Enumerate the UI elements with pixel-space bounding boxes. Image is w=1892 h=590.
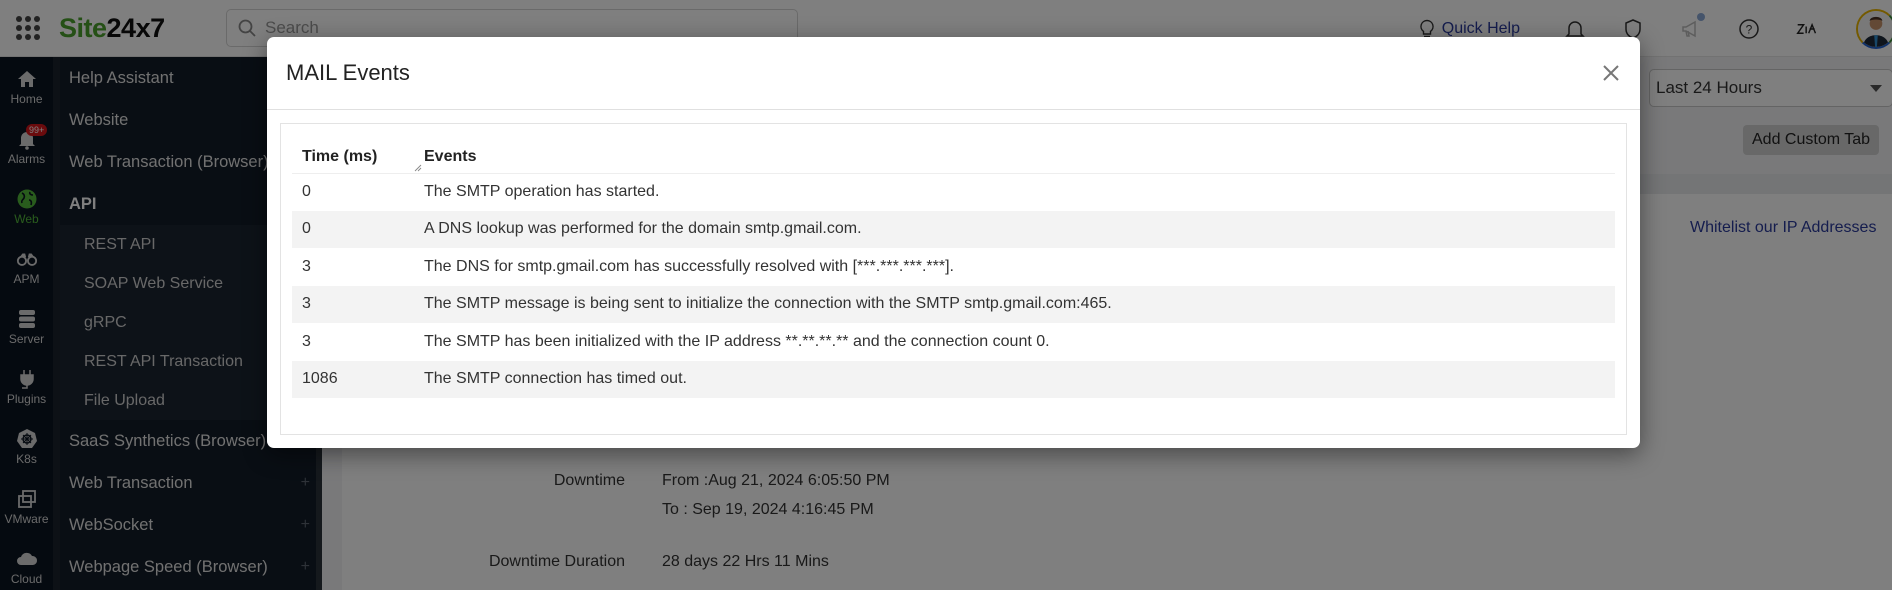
column-header-label: Time (ms) [302, 147, 378, 165]
event-time: 0 [302, 183, 311, 200]
event-time: 3 [302, 332, 311, 350]
event-description: The SMTP connection has timed out. [424, 360, 1615, 398]
column-header-time[interactable]: Time (ms) [292, 137, 424, 174]
event-time: 0 [292, 210, 424, 248]
mail-events-dialog: MAIL Events Time (ms) Events 0 The SMTP o… [267, 37, 1640, 448]
column-header-label: Events [424, 147, 477, 165]
column-header-events[interactable]: Events [424, 137, 1615, 174]
event-description: The SMTP operation has started. [424, 183, 660, 200]
close-icon[interactable] [1600, 62, 1622, 84]
event-description: A DNS lookup was performed for the domai… [424, 210, 1615, 248]
events-table: Time (ms) Events 0 The SMTP operation has… [292, 137, 1615, 398]
table-row: 3 The DNS for smtp.gmail.com has successf… [292, 248, 1615, 286]
table-header-row: Time (ms) Events [292, 137, 1615, 174]
events-table-container: Time (ms) Events 0 The SMTP operation has… [280, 123, 1627, 435]
table-row: 3 The SMTP message is being sent to initi… [292, 285, 1615, 323]
event-description: The SMTP message is being sent to initia… [424, 285, 1615, 323]
event-time: 3 [292, 285, 424, 323]
dialog-title: MAIL Events [286, 60, 410, 85]
dialog-header: MAIL Events [267, 37, 1640, 110]
table-row: 3 The SMTP has been initialized with the … [292, 323, 1615, 361]
event-description: The SMTP has been initialized with the I… [424, 332, 1050, 350]
table-row: 1086 The SMTP connection has timed out. [292, 360, 1615, 398]
event-description: The DNS for smtp.gmail.com has successfu… [424, 257, 954, 275]
event-time: 3 [302, 257, 311, 275]
event-time: 1086 [292, 360, 424, 398]
table-row: 0A DNS lookup was performed for the doma… [292, 210, 1615, 248]
column-resize-handle[interactable] [414, 164, 422, 172]
table-row: 0 The SMTP operation has started. [292, 173, 1615, 211]
